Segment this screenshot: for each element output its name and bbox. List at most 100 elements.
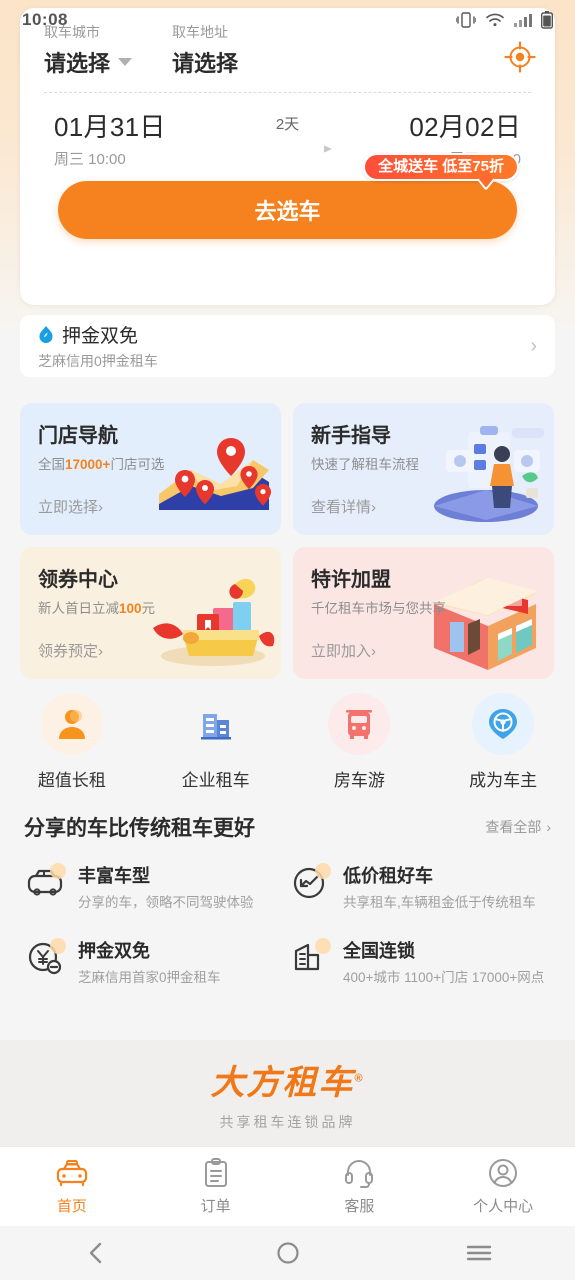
steering-wheel-icon [489, 709, 518, 739]
pickup-weekday-time: 周三 10:00 [54, 151, 126, 168]
promo-link[interactable]: 立即加入› [311, 640, 376, 661]
taxi-icon [56, 1159, 87, 1186]
promo-card-franchise[interactable]: 特许加盟 千亿租车市场与您共享 立即加入› [293, 547, 554, 679]
chevron-right-icon: › [546, 819, 551, 835]
promo-link[interactable]: 领券预定› [38, 640, 103, 661]
benefit-text: 低价租好车 共享租车,车辆租金低于传统租车 [343, 862, 536, 911]
promo-sub-pre: 全国 [38, 457, 65, 472]
quick-link-become-owner[interactable]: 成为车主 [431, 693, 575, 791]
nav-back-button[interactable] [0, 1241, 192, 1265]
tab-support[interactable]: 客服 [288, 1147, 432, 1226]
benefit-title: 全国连锁 [343, 941, 415, 961]
pickup-address-value[interactable]: 请选择 [172, 46, 238, 78]
locate-target-icon [504, 41, 536, 73]
nav-home-button[interactable] [192, 1241, 384, 1265]
promo-link-arrow: › [98, 643, 104, 660]
benefit-icon-wrap [24, 937, 66, 979]
promo-subtitle: 新人首日立减100元 [38, 597, 281, 617]
promo-link[interactable]: 立即选择› [38, 496, 103, 517]
promo-sub-highlight: 17000+ [65, 457, 111, 472]
registered-mark: ® [354, 1072, 365, 1085]
buildings-icon [200, 714, 231, 740]
quick-link-long-term-rental[interactable]: 超值长租 [0, 693, 144, 791]
tab-label: 首页 [56, 1197, 87, 1215]
promo-sub-pre: 新人首日立减 [38, 601, 119, 616]
promo-subtitle: 全国17000+门店可选 [38, 453, 281, 473]
benefits-grid: 丰富车型 分享的车，领略不同驾驶体验 低价租好车 共享租车,车辆租金低于传统租车 [24, 862, 554, 986]
user-circle-icon [489, 1158, 518, 1187]
accent-blob [315, 938, 331, 954]
cta-area: 全城送车 低至75折 去选车 [20, 153, 555, 239]
accent-blob [50, 863, 66, 879]
promo-sub-post: 元 [141, 601, 156, 616]
benefit-item: 低价租好车 共享租车,车辆租金低于传统租车 [289, 862, 554, 911]
headset-icon [345, 1159, 374, 1188]
pickup-date-block[interactable]: 01月31日 周三 10:00 [54, 107, 222, 169]
benefit-item: 全国连锁 400+城市 1100+门店 17000+网点 [289, 937, 554, 986]
bottom-tab-bar: 首页 订单 客服 个人中心 [0, 1146, 575, 1226]
tab-orders[interactable]: 订单 [144, 1147, 288, 1226]
brand-tagline: 共享租车连锁品牌 [219, 1113, 356, 1130]
benefit-title: 丰富车型 [78, 866, 150, 886]
clipboard-icon [204, 1157, 227, 1187]
benefits-section-header: 分享的车比传统租车更好 查看全部 › [24, 812, 551, 842]
chevron-right-icon: › [530, 334, 537, 357]
accent-blob [50, 938, 66, 954]
quick-link-rv-travel[interactable]: 房车游 [288, 693, 432, 791]
benefit-icon-wrap [24, 862, 66, 904]
deposit-subtitle: 芝麻信用0押金租车 [38, 353, 158, 369]
deposit-banner[interactable]: 押金双免 芝麻信用0押金租车 › [20, 315, 555, 377]
location-row: 取车城市 取车地址 请选择 请选择 [20, 8, 555, 78]
promo-card-store-nav[interactable]: 门店导航 全国17000+门店可选 立即选择› [20, 403, 281, 535]
section-title: 分享的车比传统租车更好 [24, 817, 255, 840]
quick-link-label: 超值长租 [37, 771, 106, 790]
quick-link-label: 成为车主 [469, 771, 538, 790]
promo-title: 新手指导 [311, 425, 391, 447]
tab-profile[interactable]: 个人中心 [431, 1147, 575, 1226]
android-nav-bar [0, 1226, 575, 1280]
benefit-item: 丰富车型 分享的车，领略不同驾驶体验 [24, 862, 289, 911]
app-screen: 10:08 取车城市 取车地址 请选择 请选择 01月31日 周三 10:00 … [0, 0, 575, 1280]
benefit-title: 押金双免 [78, 941, 150, 961]
tab-label: 个人中心 [473, 1197, 534, 1215]
promo-sub-pre: 快速了解租车流程 [311, 457, 419, 472]
promo-subtitle: 快速了解租车流程 [311, 453, 554, 473]
pickup-address-label: 取车地址 [172, 24, 228, 40]
location-labels: 取车城市 取车地址 [44, 22, 531, 42]
promo-sub-highlight: 100 [119, 601, 142, 616]
quick-link-icon-bg [40, 693, 103, 755]
quick-link-corporate-rental[interactable]: 企业租车 [144, 693, 288, 791]
promo-card-beginner-guide[interactable]: 新手指导 快速了解租车流程 查看详情› [293, 403, 554, 535]
promo-card-coupon-center[interactable]: 领券中心 新人首日立减100元 领券预定› [20, 547, 281, 679]
circle-icon [276, 1242, 299, 1264]
location-values: 请选择 请选择 [44, 46, 531, 78]
search-card: 取车城市 取车地址 请选择 请选择 01月31日 周三 10:00 2天 02月… [20, 8, 555, 305]
promo-title: 特许加盟 [311, 569, 391, 591]
view-all-label: 查看全部 [485, 819, 542, 835]
pickup-city-label: 取车城市 [44, 24, 100, 40]
arrow-right-icon [239, 145, 332, 153]
promo-link[interactable]: 查看详情› [311, 496, 376, 517]
promo-link-arrow: › [98, 499, 104, 516]
promo-sub-pre: 千亿租车市场与您共享 [311, 601, 446, 616]
promo-link-label: 查看详情 [311, 499, 372, 516]
promo-badge: 全城送车 低至75折 [363, 153, 519, 181]
promo-link-label: 立即选择 [38, 499, 99, 516]
nav-recents-button[interactable] [383, 1243, 575, 1263]
locate-button[interactable] [503, 40, 537, 74]
bus-icon [346, 710, 373, 739]
select-car-button[interactable]: 去选车 [58, 181, 517, 239]
pickup-city-select[interactable]: 请选择 [44, 46, 172, 78]
benefit-item: 押金双免 芝麻信用首家0押金租车 [24, 937, 289, 986]
brand-logo: 大方租车® [210, 1055, 364, 1104]
benefit-icon-wrap [289, 862, 331, 904]
tab-label: 订单 [200, 1197, 231, 1215]
hamburger-icon [466, 1245, 492, 1261]
view-all-link[interactable]: 查看全部 › [485, 817, 551, 837]
person-icon [58, 710, 85, 739]
promo-sub-post: 门店可选 [110, 457, 165, 472]
benefit-icon-wrap [289, 937, 331, 979]
tab-home[interactable]: 首页 [0, 1147, 144, 1226]
promo-card-grid: 门店导航 全国17000+门店可选 立即选择› 新手指导 快速了解租车流程 查看… [20, 403, 555, 679]
duration-block: 2天 [222, 107, 353, 154]
